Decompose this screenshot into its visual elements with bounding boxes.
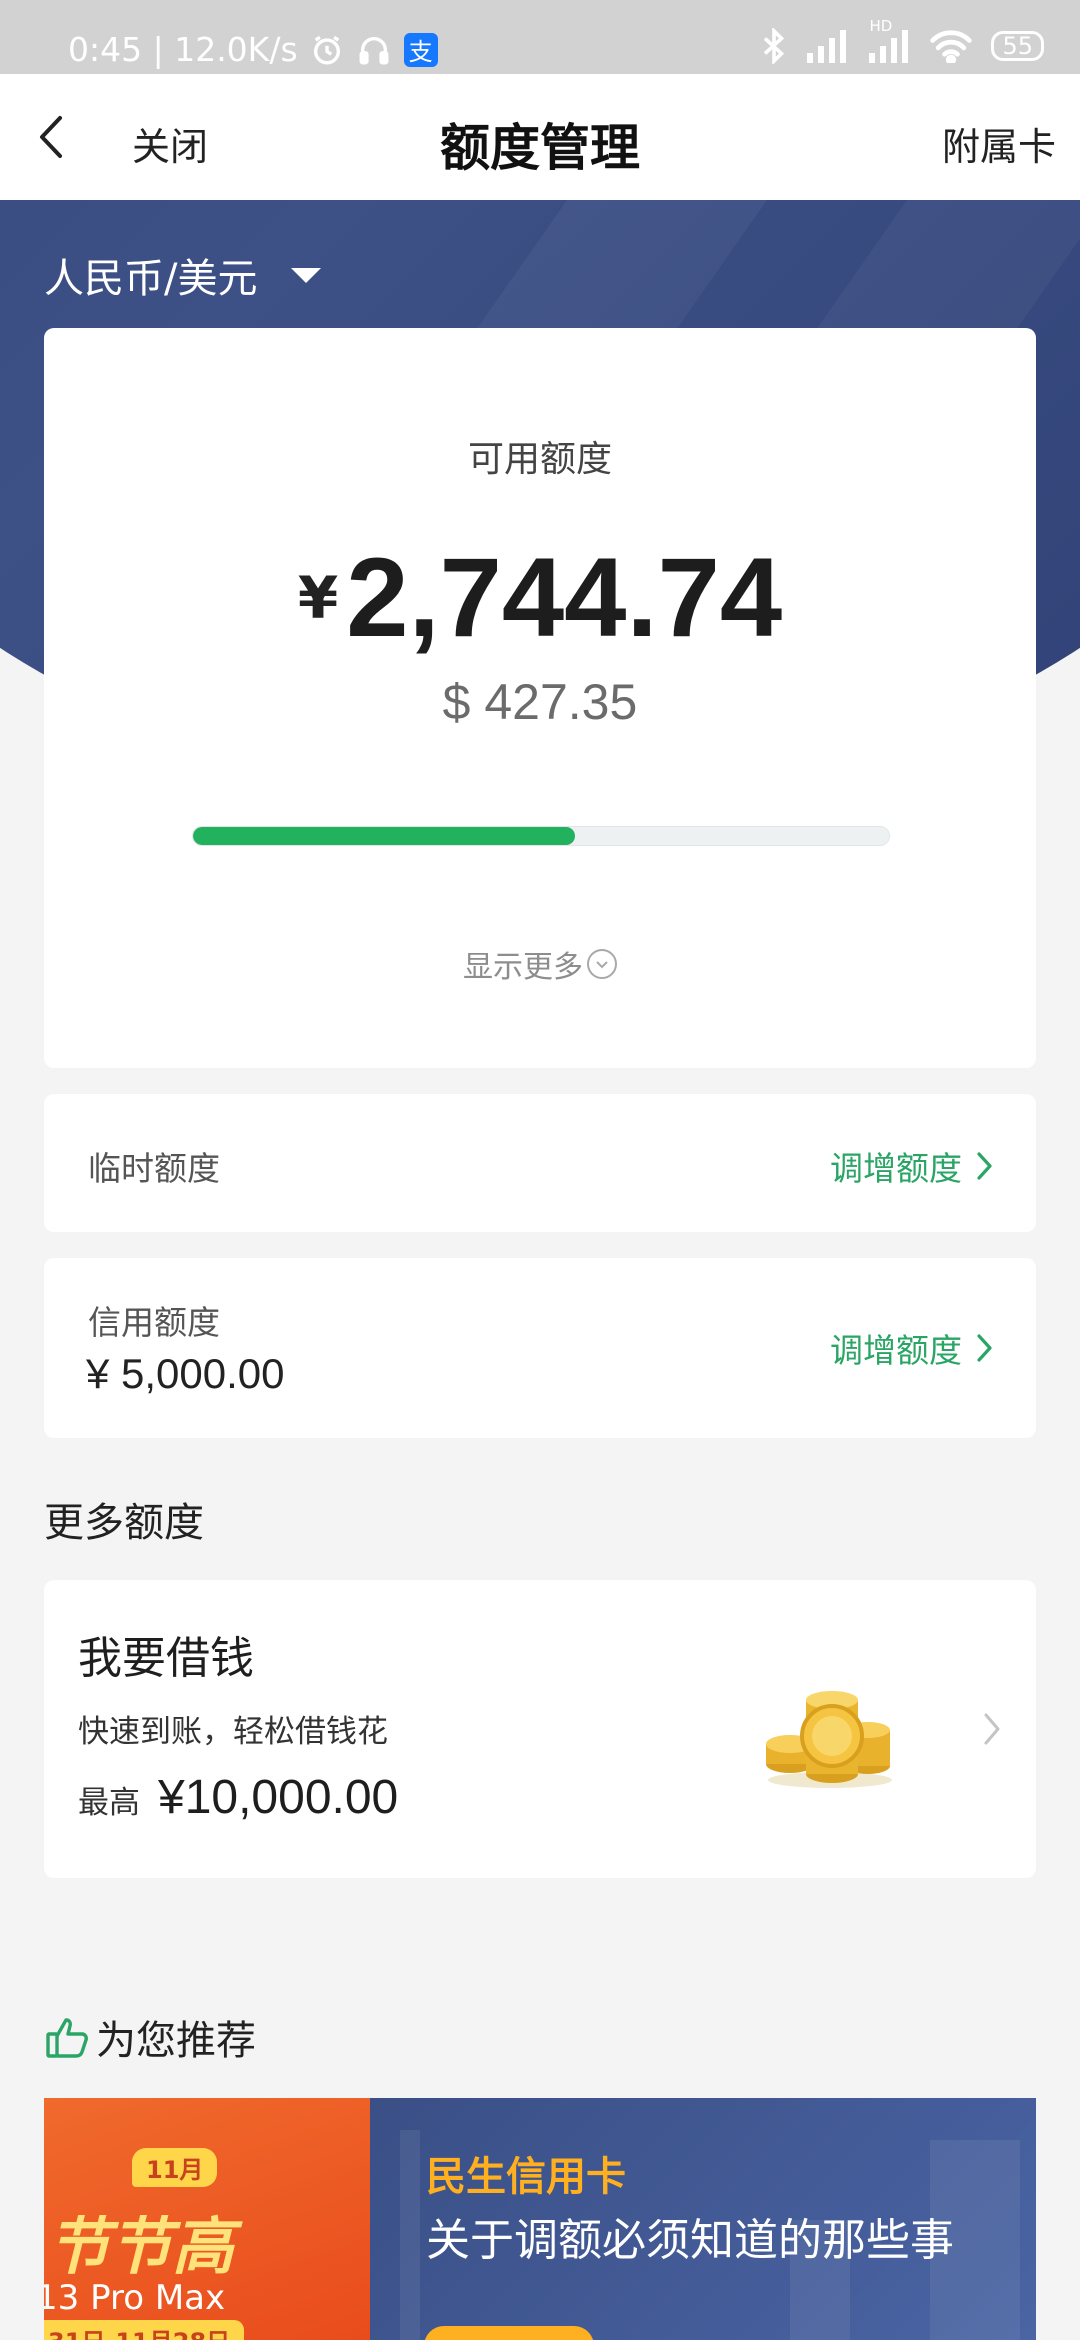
credit-raise-button[interactable]: 调增额度 (830, 1324, 994, 1372)
borrow-max: 最高 ¥10,000.00 (78, 1770, 398, 1825)
banner-headline: 关于调额必须知道的那些事 (426, 2215, 954, 2266)
temporary-credit-label: 临时额度 (88, 1149, 220, 1188)
headphones-icon (356, 33, 392, 67)
borrow-max-amount: ¥10,000.00 (158, 1771, 399, 1824)
show-more-label: 显示更多 (463, 950, 583, 985)
battery-icon: 55 (991, 31, 1044, 61)
promo-banner-right: 民生信用卡 关于调额必须知道的那些事 (370, 2098, 1036, 2340)
promo-banner-left: 11月 节节高 13 Pro Max 31日-11月28日 (44, 2098, 370, 2340)
recommend-header: 为您推荐 (44, 2008, 256, 2066)
coins-icon (766, 1691, 892, 1788)
available-usd-amount: $ 427.35 (442, 674, 638, 730)
bluetooth-icon (761, 28, 787, 64)
credit-limit-amount: ¥ 5,000.00 (86, 1350, 285, 1397)
network-label: HD (869, 17, 893, 35)
caret-down-icon (291, 267, 322, 283)
status-time-speed: 0:45 | 12.0K/s (68, 30, 298, 69)
status-bar: 0:45 | 12.0K/s 支 HD 55 (0, 0, 1080, 74)
temporary-raise-button[interactable]: 调增额度 (830, 1142, 994, 1190)
signal-icon (805, 29, 849, 63)
temporary-raise-label: 调增额度 (830, 1149, 962, 1188)
available-credit-amount: ¥2,744.74 (44, 533, 1036, 662)
chevron-right-icon (977, 1334, 992, 1362)
more-credit-title: 更多额度 (44, 1500, 204, 1546)
borrow-max-label: 最高 (78, 1785, 140, 1821)
credit-limit-row: 信用额度 ¥ 5,000.00 调增额度 (44, 1258, 1036, 1438)
credit-usage-progress-fill (193, 827, 576, 845)
currency-selector-label: 人民币/美元 (44, 256, 258, 302)
available-credit-card: 可用额度 ¥2,744.74 $ 427.35 显示更多 (44, 328, 1036, 1068)
close-button[interactable]: 关闭 (132, 116, 208, 171)
nav-bar: 关闭 额度管理 附属卡 (0, 74, 1080, 200)
signal-hd-icon: HD (867, 17, 911, 63)
thumbs-up-icon (46, 2018, 88, 2058)
promo-text: 节节高 (48, 2210, 235, 2283)
battery-level: 55 (1002, 32, 1033, 60)
temporary-credit-row: 临时额度 调增额度 (44, 1094, 1036, 1232)
recommend-title: 为您推荐 (96, 2018, 256, 2064)
promo-date: 31日-11月28日 (44, 2320, 245, 2340)
currency-selector[interactable]: 人民币/美元 (44, 246, 322, 304)
promo-month-badge: 11月 (132, 2148, 218, 2187)
back-icon (40, 116, 62, 158)
back-button[interactable] (30, 112, 80, 162)
show-more-button[interactable]: 显示更多 (44, 942, 1036, 986)
borrow-money-card[interactable]: 我要借钱 快速到账，轻松借钱花 最高 ¥10,000.00 (44, 1580, 1036, 1878)
borrow-title: 我要借钱 (78, 1633, 254, 1684)
banner-brand: 民生信用卡 (426, 2154, 626, 2200)
promo-model: 13 Pro Max (44, 2278, 226, 2318)
borrow-description: 快速到账，轻松借钱花 (78, 1714, 388, 1750)
wifi-icon (929, 29, 973, 63)
banner-button[interactable] (424, 2326, 594, 2340)
supplementary-card-button[interactable]: 附属卡 (942, 116, 1056, 171)
alarm-icon (310, 33, 344, 67)
credit-usage-progress (192, 826, 890, 846)
currency-symbol: ¥ (297, 564, 339, 632)
available-credit-value: 2,744.74 (346, 535, 783, 660)
chevron-down-circle-icon (587, 949, 617, 979)
credit-raise-label: 调增额度 (830, 1331, 962, 1370)
credit-limit-label: 信用额度 (88, 1303, 220, 1342)
chevron-right-icon (984, 1713, 1000, 1745)
available-credit-label: 可用额度 (467, 439, 612, 480)
banner-decoration (400, 2130, 420, 2340)
alipay-icon: 支 (403, 32, 438, 67)
chevron-right-icon (977, 1152, 992, 1180)
promo-banner[interactable]: 11月 节节高 13 Pro Max 31日-11月28日 民生信用卡 关于调额… (44, 2098, 1036, 2340)
